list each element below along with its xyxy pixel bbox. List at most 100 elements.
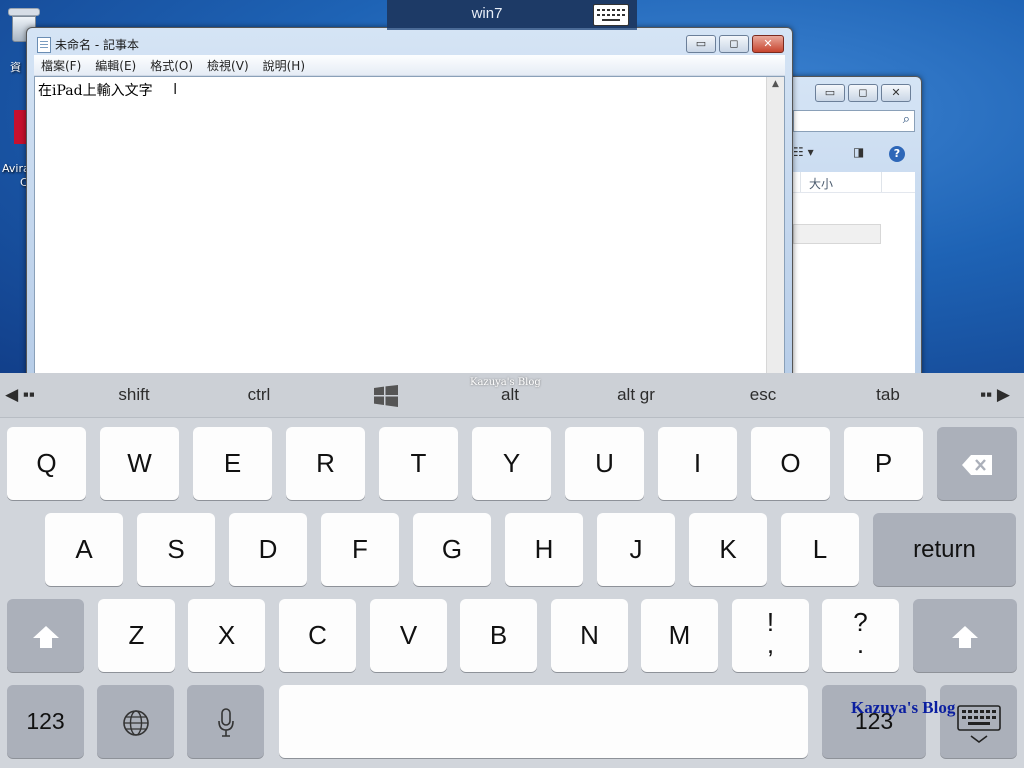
key-m[interactable]: M [641,599,718,672]
onscreen-keyboard: ◀ ▪▪ shift ctrl Kazuya's Blog alt alt gr… [0,373,1024,768]
right-panel-arrow-icon[interactable]: ▪▪ ▶ [970,385,1020,405]
minimize-button[interactable]: ▭ [686,35,716,53]
key-x[interactable]: X [188,599,265,672]
session-title: win7 [471,5,503,22]
menu-view[interactable]: 檢視(V) [200,55,256,75]
backspace-icon [962,455,992,476]
numbers-key-left[interactable]: 123 [7,685,84,758]
recycle-bin-label: 資 [10,61,21,74]
key-z[interactable]: Z [98,599,175,672]
minimize-icon: ▭ [695,37,707,50]
menu-format[interactable]: 格式(O) [143,55,200,75]
esc-function-key[interactable]: esc [723,385,803,405]
left-panel-arrow-icon[interactable]: ◀ ▪▪ [0,385,50,405]
explorer-minimize-button[interactable]: ▭ [815,84,845,102]
key-p[interactable]: P [844,427,923,500]
hide-keyboard-key[interactable] [940,685,1017,758]
key-o[interactable]: O [751,427,830,500]
minimize-icon: ▭ [824,86,836,99]
key-s[interactable]: S [137,513,215,586]
scroll-up-icon[interactable]: ▲ [767,79,784,89]
key-w[interactable]: W [100,427,179,500]
microphone-icon [217,708,234,737]
key-label-comma: , [766,629,775,659]
menu-edit[interactable]: 編輯(E) [88,55,143,75]
keyboard-icon[interactable] [593,4,629,26]
key-f[interactable]: F [321,513,399,586]
function-key-row: ◀ ▪▪ shift ctrl Kazuya's Blog alt alt gr… [0,373,1024,418]
key-a[interactable]: A [45,513,123,586]
key-h[interactable]: H [505,513,583,586]
search-icon: ⌕ [902,112,910,127]
window-title: 未命名 - 記事本 [55,38,139,52]
preview-pane-icon[interactable]: ◨ [853,145,864,159]
key-g[interactable]: G [413,513,491,586]
menu-bar: 檔案(F) 編輯(E) 格式(O) 檢視(V) 說明(H) [34,55,785,76]
vertical-scrollbar[interactable]: ▲ [766,77,784,373]
key-r[interactable]: R [286,427,365,500]
key-question-period[interactable]: ? . [822,599,899,672]
key-k[interactable]: K [689,513,767,586]
blog-watermark: Kazuya's Blog [851,698,956,717]
notepad-window: 未命名 - 記事本 ▭ ◻ ✕ 檔案(F) 編輯(E) 格式(O) 檢視(V) … [26,27,793,373]
key-u[interactable]: U [565,427,644,500]
key-b[interactable]: B [460,599,537,672]
key-d[interactable]: D [229,513,307,586]
key-j[interactable]: J [597,513,675,586]
explorer-maximize-button[interactable]: ◻ [848,84,878,102]
key-i[interactable]: I [658,427,737,500]
windows-key[interactable] [346,385,426,407]
remote-session-bar[interactable]: win7 [387,0,637,30]
desktop: 資 Avira C ▭ ◻ ✕ ⌕ ☷ ▾ ◨ ? 大小 未命名 - 記事本 ▭… [0,0,1024,373]
keyboard-dismiss-icon [956,705,1001,744]
maximize-button[interactable]: ◻ [719,35,749,53]
left-shift-key[interactable] [7,599,84,672]
shift-function-key[interactable]: shift [94,385,174,405]
explorer-search-input[interactable]: ⌕ [793,110,915,132]
view-options-icon[interactable]: ☷ ▾ [793,145,814,159]
right-shift-key[interactable] [913,599,1017,672]
menu-help[interactable]: 說明(H) [256,55,312,75]
alt-function-key[interactable]: alt [470,385,550,405]
altgr-function-key[interactable]: alt gr [596,385,676,405]
globe-key[interactable] [97,685,174,758]
explorer-close-button[interactable]: ✕ [881,84,911,102]
key-label-period: . [856,629,865,659]
menu-file[interactable]: 檔案(F) [34,55,88,75]
windows-logo-icon [374,385,398,407]
key-n[interactable]: N [551,599,628,672]
key-exclaim-comma[interactable]: ! , [732,599,809,672]
key-q[interactable]: Q [7,427,86,500]
tab-function-key[interactable]: tab [848,385,928,405]
text-editor[interactable]: 在iPad上輸入文字 I ▲ [34,76,785,373]
return-key[interactable]: return [873,513,1016,586]
close-icon: ✕ [763,37,773,50]
key-e[interactable]: E [193,427,272,500]
notepad-icon [37,37,51,53]
explorer-window: ▭ ◻ ✕ ⌕ ☷ ▾ ◨ ? 大小 [786,76,922,373]
column-header-row: 大小 [793,172,915,193]
maximize-icon: ◻ [858,86,868,99]
help-icon[interactable]: ? [889,146,905,162]
horizontal-scrollbar[interactable] [793,224,881,244]
shift-arrow-icon [32,626,59,649]
explorer-file-list[interactable]: 大小 [793,172,915,373]
size-column-header[interactable]: 大小 [809,175,833,192]
numbers-key-right[interactable]: 123 [822,685,926,758]
key-y[interactable]: Y [472,427,551,500]
key-c[interactable]: C [279,599,356,672]
text-cursor-icon: I [173,80,178,98]
close-button[interactable]: ✕ [752,35,784,53]
ctrl-function-key[interactable]: ctrl [219,385,299,405]
key-t[interactable]: T [379,427,458,500]
backspace-key[interactable] [937,427,1017,500]
space-key[interactable] [279,685,808,758]
dictation-key[interactable] [187,685,264,758]
close-icon: ✕ [891,86,901,99]
key-v[interactable]: V [370,599,447,672]
key-label-question: ? [853,607,868,637]
globe-icon [122,710,149,736]
explorer-toolbar: ☷ ▾ ◨ ? [793,141,913,165]
key-l[interactable]: L [781,513,859,586]
shift-arrow-icon [952,626,978,649]
